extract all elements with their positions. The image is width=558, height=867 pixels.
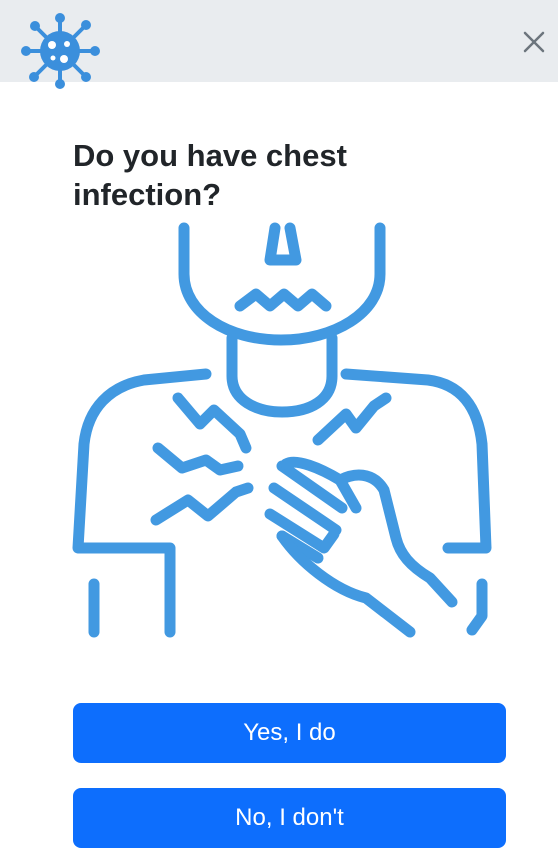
close-icon[interactable] — [519, 27, 549, 57]
yes-button[interactable]: Yes, I do — [73, 703, 506, 763]
dialog-header — [0, 0, 558, 89]
chest-infection-illustration — [72, 222, 492, 638]
no-button[interactable]: No, I don't — [73, 788, 506, 848]
question-title: Do you have chest infection? — [73, 138, 347, 212]
virus-icon — [21, 13, 100, 89]
dialog-window: Do you have chest infection? Yes, I do N… — [0, 0, 558, 867]
